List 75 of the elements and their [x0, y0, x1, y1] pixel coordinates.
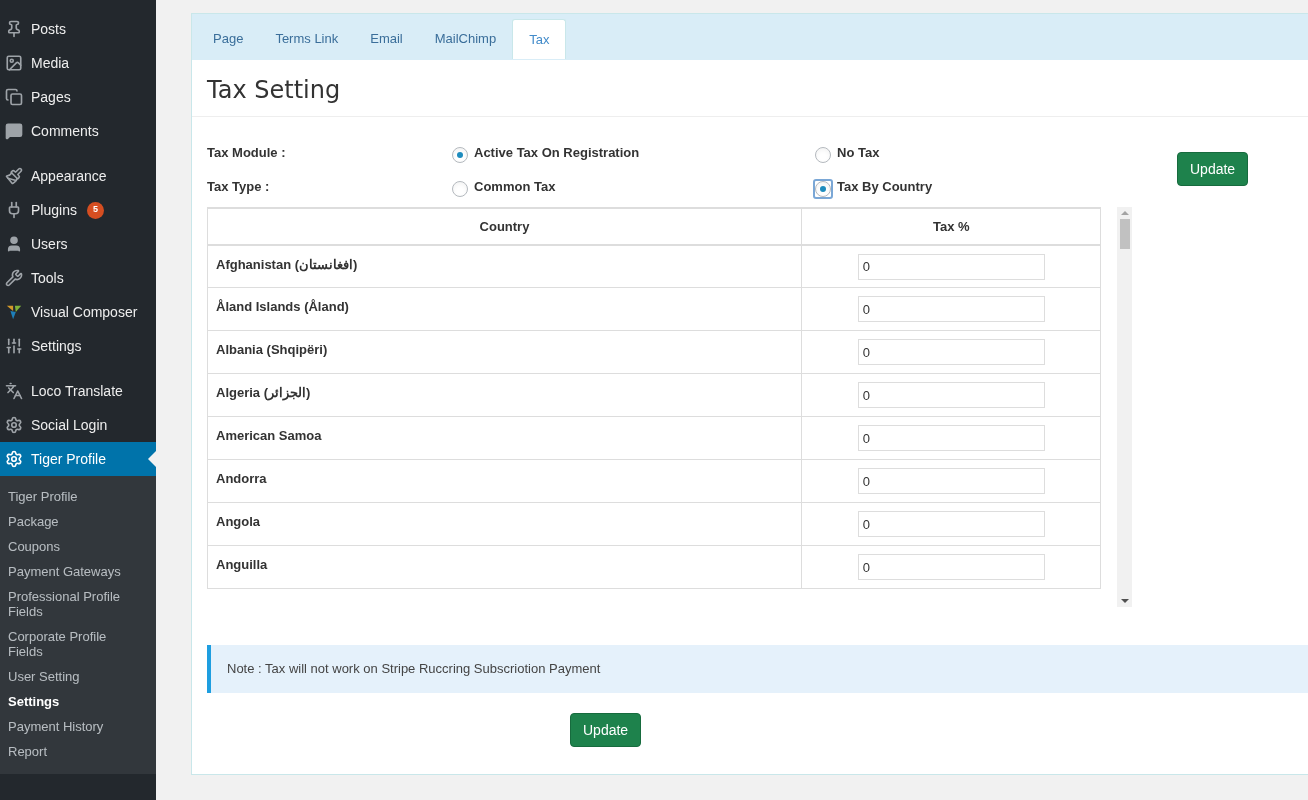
wrench-icon [5, 269, 23, 287]
sidebar-item[interactable]: Users [0, 227, 156, 261]
radio-label: Tax By Country [837, 178, 933, 196]
column-header: Country [207, 208, 802, 245]
sidebar-item[interactable]: Pages [0, 80, 156, 114]
radio-button[interactable] [452, 147, 468, 163]
submenu-item[interactable]: Professional Profile Fields [0, 584, 156, 624]
column-header: Tax % [801, 208, 1101, 245]
sidebar-item[interactable]: Visual Composer [0, 295, 156, 329]
sidebar-item[interactable]: Settings [0, 329, 156, 363]
sidebar-item[interactable]: Media [0, 46, 156, 80]
logo-icon [5, 303, 23, 321]
tax-input[interactable]: 0 [857, 468, 1045, 494]
radio-button[interactable] [452, 181, 468, 197]
tab[interactable]: MailChimp [418, 19, 513, 59]
pin-icon [5, 20, 23, 38]
media-icon [5, 54, 23, 72]
note-text: Note : Tax will not work on Stripe Ruccring Subscriotion Payment [227, 660, 601, 679]
submenu-item[interactable]: Payment Gateways [0, 559, 156, 584]
country-cell: Åland Islands (Åland) [207, 287, 802, 331]
sidebar-item[interactable]: Tiger Profile [0, 442, 156, 476]
scrollbar[interactable] [1117, 207, 1132, 607]
country-cell: Angola [207, 502, 802, 546]
radio-button[interactable] [815, 181, 831, 197]
radio-label: Active Tax On Registration [474, 144, 640, 162]
country-cell: American Samoa [207, 416, 802, 460]
sidebar-item[interactable]: Social Login [0, 408, 156, 442]
sidebar-item[interactable]: Tools [0, 261, 156, 295]
country-cell: Afghanistan (افغانستان) [207, 244, 802, 288]
submenu-item[interactable]: Report [0, 739, 156, 764]
tab[interactable]: Page [197, 19, 260, 59]
user-icon [5, 235, 23, 253]
country-cell: Albania (Shqipëri) [207, 330, 802, 374]
submenu-item[interactable]: User Setting [0, 664, 156, 689]
tax-input[interactable]: 0 [857, 296, 1045, 322]
tab[interactable]: Tax [512, 19, 567, 59]
tax-input[interactable]: 0 [857, 511, 1045, 537]
tax-input[interactable]: 0 [857, 382, 1045, 408]
radio-button[interactable] [815, 147, 831, 163]
sidebar-item[interactable]: Plugins 5 [0, 193, 156, 227]
sliders-icon [5, 337, 23, 355]
tab[interactable]: Email [354, 19, 419, 59]
submenu-item[interactable]: Coupons [0, 534, 156, 559]
country-cell: Anguilla [207, 545, 802, 589]
pointer-icon [148, 451, 156, 467]
tab[interactable]: Terms Link [259, 19, 355, 59]
settings-icon [5, 416, 23, 434]
country-cell: Andorra [207, 459, 802, 503]
sidebar-item[interactable]: Posts [0, 12, 156, 46]
tax-input[interactable]: 0 [857, 554, 1045, 580]
translate-icon [5, 382, 23, 400]
field-label: Tax Module : [207, 144, 287, 162]
country-cell: Algeria (الجزائر) [207, 373, 802, 417]
brush-icon [5, 167, 23, 185]
submenu-item[interactable]: Tiger Profile [0, 484, 156, 509]
submenu-item[interactable]: Settings [0, 689, 156, 714]
count-badge: 5 [86, 201, 104, 219]
page-title: Tax Setting [192, 60, 1308, 117]
update-button[interactable]: Update [570, 713, 642, 747]
sidebar-item[interactable]: Comments [0, 114, 156, 148]
pages-icon [5, 88, 23, 106]
tax-input[interactable]: 0 [857, 253, 1045, 280]
field-label: Tax Type : [207, 178, 271, 196]
sidebar-item[interactable]: Appearance [0, 159, 156, 193]
comment-icon [5, 122, 23, 140]
tax-input[interactable]: 0 [857, 339, 1045, 365]
tax-input[interactable]: 0 [857, 425, 1045, 451]
submenu-item[interactable]: Corporate Profile Fields [0, 624, 156, 664]
settings-icon [5, 450, 23, 468]
update-button[interactable]: Update [1177, 152, 1249, 186]
radio-label: Common Tax [474, 178, 556, 196]
submenu-item[interactable]: Package [0, 509, 156, 534]
radio-label: No Tax [837, 144, 880, 162]
sidebar-item[interactable]: Loco Translate [0, 374, 156, 408]
submenu-item[interactable]: Payment History [0, 714, 156, 739]
